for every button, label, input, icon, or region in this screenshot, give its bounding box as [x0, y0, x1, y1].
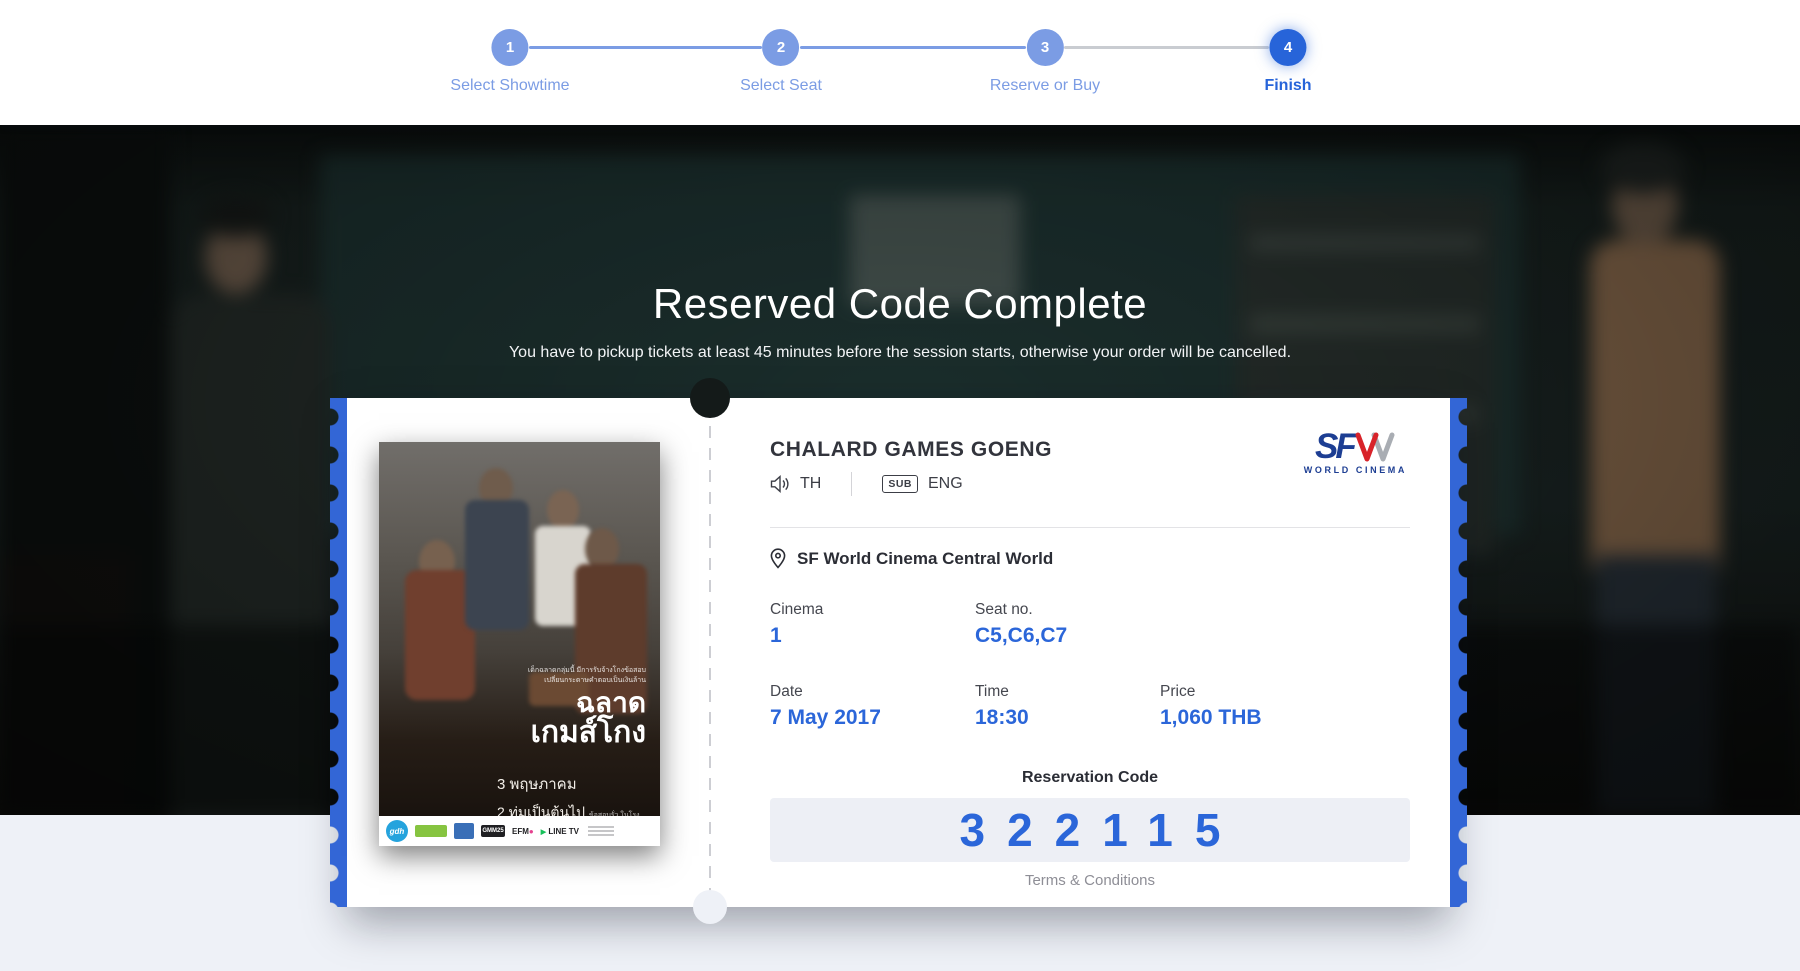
step-reserve-or-buy[interactable]: 3 Reserve or Buy — [990, 29, 1100, 95]
reservation-code-value: 322115 — [938, 803, 1243, 857]
ticket-perforated-edge-right — [1450, 398, 1467, 907]
brand-w-icon — [1354, 432, 1396, 462]
step-2-label: Select Seat — [740, 77, 822, 95]
line-tv-logo: ▶ LINE TV — [541, 827, 579, 836]
price-label: Price — [1160, 683, 1262, 701]
sponsor-fineprint — [588, 826, 614, 836]
ticket-notch-bottom — [693, 890, 727, 924]
speaker-icon — [770, 475, 790, 493]
cinema-value: 1 — [770, 624, 823, 648]
date-label: Date — [770, 683, 881, 701]
cinema-location-row: SF World Cinema Central World — [770, 548, 1053, 569]
step-finish[interactable]: 4 Finish — [1264, 29, 1311, 95]
step-1-circle[interactable]: 1 — [491, 29, 528, 66]
time-field: Time 18:30 — [975, 683, 1029, 730]
ticket-stub-divider — [709, 426, 711, 898]
location-pin-icon — [770, 548, 786, 569]
step-3-circle[interactable]: 3 — [1026, 29, 1063, 66]
price-value: 1,060 THB — [1160, 706, 1262, 730]
seat-value: C5,C6,C7 — [975, 624, 1067, 648]
price-field: Price 1,060 THB — [1160, 683, 1262, 730]
time-value: 18:30 — [975, 706, 1029, 730]
efm-logo: EFM● — [512, 827, 534, 836]
wizard-header: 1 Select Showtime 2 Select Seat 3 Reserv… — [0, 0, 1800, 125]
movie-title: CHALARD GAMES GOENG — [770, 438, 1052, 462]
poster-sponsor-strip: gdh GMM25 EFM● ▶ LINE TV — [379, 816, 660, 846]
ticket-separator-line — [770, 527, 1410, 528]
ticket-details: CHALARD GAMES GOENG TH SUB ENG SF — [770, 398, 1410, 907]
cinema-label: Cinema — [770, 601, 823, 619]
terms-and-conditions-link[interactable]: Terms & Conditions — [770, 872, 1410, 889]
sponsor-logo-blue — [454, 823, 474, 839]
brand-sf-letters: SF — [1315, 432, 1354, 462]
subtitle-badge: SUB — [882, 475, 918, 493]
step-4-circle[interactable]: 4 — [1269, 29, 1306, 66]
language-row: TH SUB ENG — [770, 472, 963, 496]
subtitle-language: ENG — [928, 475, 963, 493]
step-1-label: Select Showtime — [450, 77, 569, 95]
reservation-code-label: Reservation Code — [770, 769, 1410, 787]
step-4-label: Finish — [1264, 77, 1311, 95]
sf-world-cinema-logo: SF WORLD CINEMA — [1304, 432, 1407, 475]
date-field: Date 7 May 2017 — [770, 683, 881, 730]
step-select-seat[interactable]: 2 Select Seat — [740, 29, 822, 95]
page-title: Reserved Code Complete — [0, 280, 1800, 328]
date-value: 7 May 2017 — [770, 706, 881, 730]
movie-poster: เด็กฉลาดกลุ่มนี้ มีการรับจ้างโกงข้อสอบ เ… — [379, 442, 660, 846]
step-select-showtime[interactable]: 1 Select Showtime — [450, 29, 569, 95]
ticket-notch-top — [690, 378, 730, 418]
seat-label: Seat no. — [975, 601, 1067, 619]
sponsor-logo-green — [415, 825, 447, 837]
reservation-ticket-card: เด็กฉลาดกลุ่มนี้ มีการรับจ้างโกงข้อสอบ เ… — [330, 398, 1467, 907]
gdh-logo: gdh — [386, 820, 408, 842]
poster-tagline: เด็กฉลาดกลุ่มนี้ มีการรับจ้างโกงข้อสอบ เ… — [528, 666, 646, 686]
pickup-notice: You have to pickup tickets at least 45 m… — [0, 344, 1800, 362]
seat-field: Seat no. C5,C6,C7 — [975, 601, 1067, 648]
cinema-field: Cinema 1 — [770, 601, 823, 648]
audio-language: TH — [800, 475, 821, 493]
poster-title-thai: ฉลาด เกมส์โกง — [531, 688, 646, 749]
ticket-perforated-edge-left — [330, 398, 347, 907]
step-2-circle[interactable]: 2 — [762, 29, 799, 66]
gmm25-logo: GMM25 — [481, 825, 505, 837]
time-label: Time — [975, 683, 1029, 701]
step-3-label: Reserve or Buy — [990, 77, 1100, 95]
brand-tagline: WORLD CINEMA — [1304, 465, 1407, 475]
language-separator — [851, 472, 852, 496]
reservation-code-box: 322115 — [770, 798, 1410, 862]
cinema-location: SF World Cinema Central World — [797, 549, 1053, 569]
